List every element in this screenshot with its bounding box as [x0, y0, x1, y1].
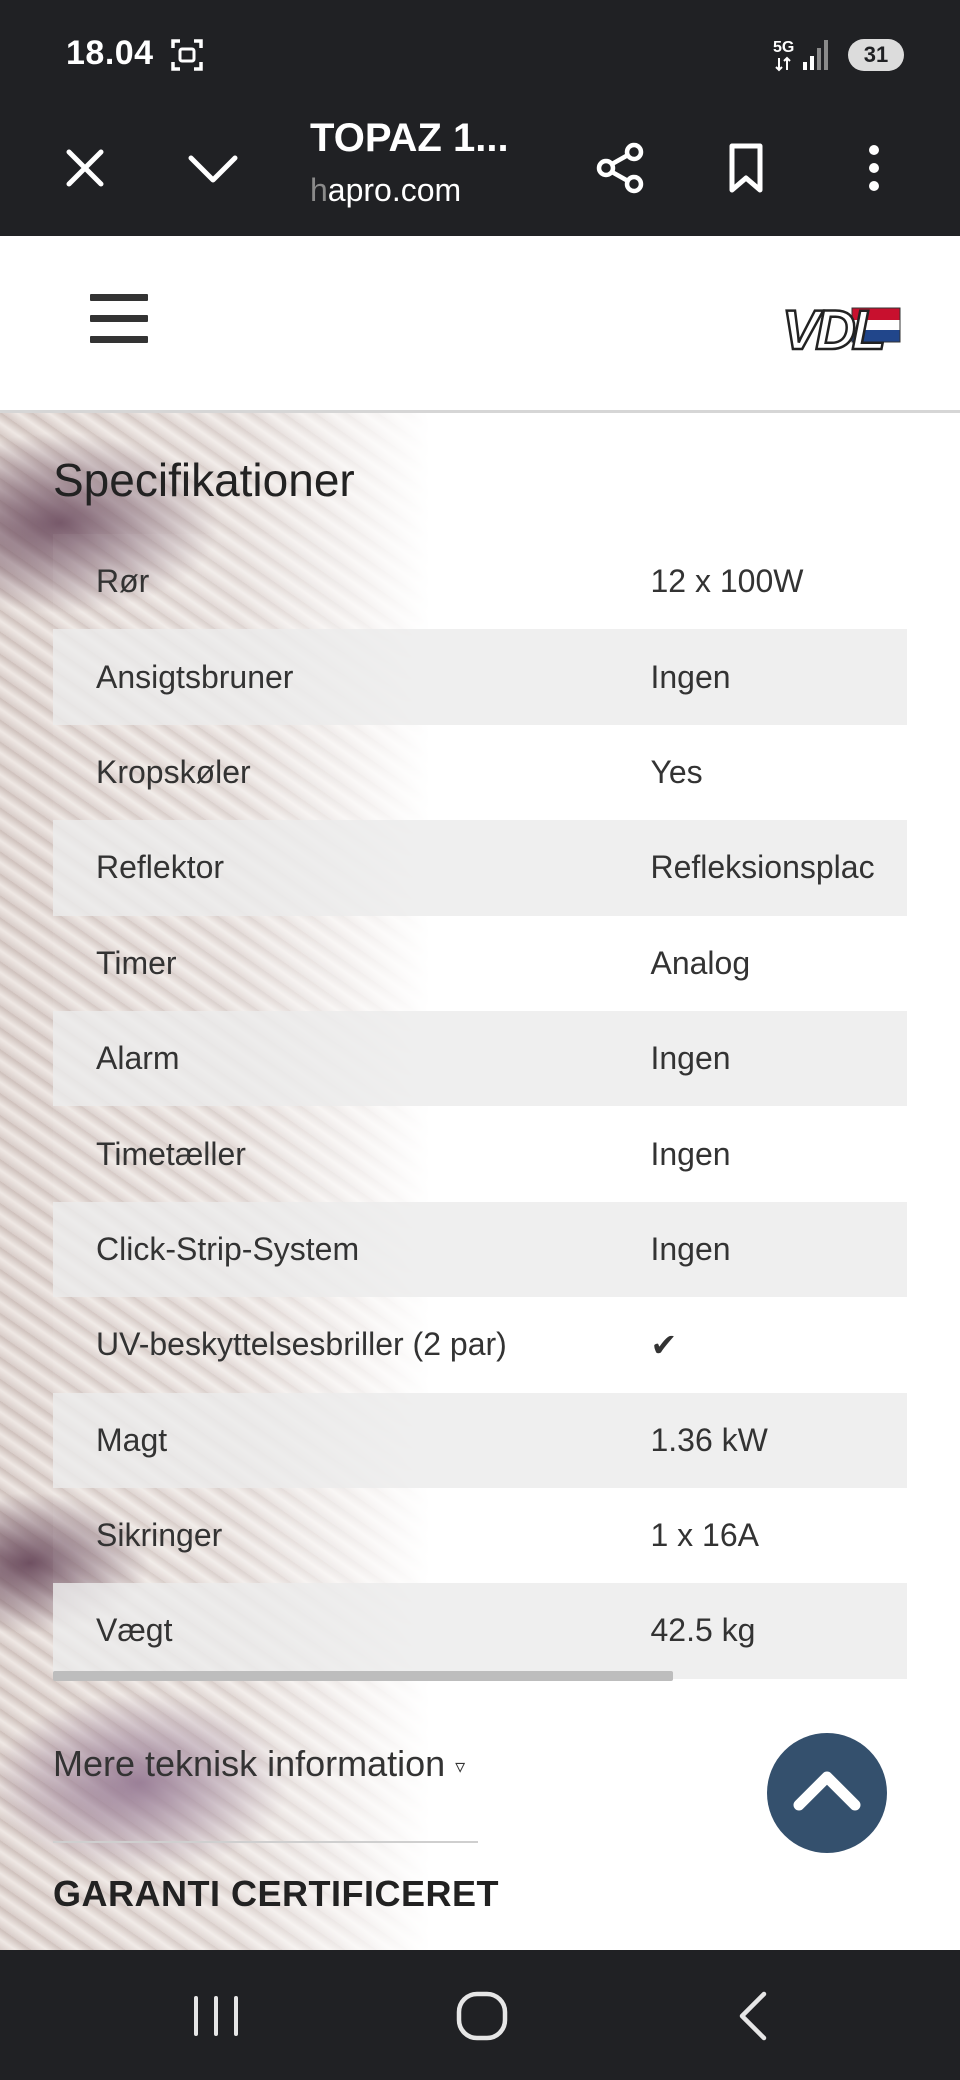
more-vert-icon[interactable] [846, 140, 902, 196]
scroll-top-button[interactable] [767, 1733, 887, 1853]
status-time: 18.04 [66, 34, 154, 72]
horizontal-scrollbar[interactable] [53, 1671, 673, 1681]
spec-row: Vægt 42.5 kg [53, 1583, 907, 1679]
spec-value: Ingen [607, 629, 907, 725]
signal-icon: 5G [773, 39, 828, 72]
spec-label: Vægt [53, 1583, 608, 1679]
spec-row: Rør 12 x 100W [53, 534, 907, 630]
spec-value: 12 x 100W [607, 534, 907, 630]
url-display[interactable]: hapro.com [310, 172, 461, 209]
spec-label: Rør [53, 534, 608, 630]
spec-label: Timetæller [53, 1106, 608, 1202]
url-prefix: h [310, 172, 328, 208]
spec-value: Ingen [607, 1201, 907, 1298]
spec-value: Analog [607, 915, 907, 1011]
back-icon[interactable] [724, 1988, 784, 2044]
site-header: VDL [0, 236, 960, 413]
screenshot-icon [171, 39, 203, 71]
triangle-down-icon: ▿ [455, 1755, 466, 1778]
spec-label: Reflektor [53, 820, 608, 916]
spec-row: UV-beskyttelsesbriller (2 par) ✔ [53, 1297, 907, 1393]
spec-row: Ansigtsbruner Ingen [53, 629, 907, 725]
spec-row: Sikringer 1 x 16A [53, 1487, 907, 1584]
section-heading: GARANTI CERTIFICERET [53, 1873, 499, 1914]
more-info-toggle[interactable]: Mere teknisk information ▿ [53, 1743, 465, 1785]
specs-heading: Specifikationer [53, 454, 355, 506]
recent-apps-icon[interactable] [186, 1988, 246, 2044]
svg-text:5G: 5G [773, 39, 794, 56]
spec-value: Refleksionsplac [607, 820, 907, 916]
spec-label: Ansigtsbruner [53, 629, 608, 725]
spec-value: 1 x 16A [607, 1487, 907, 1584]
hamburger-line [90, 294, 148, 301]
spec-row: Click-Strip-System Ingen [53, 1201, 907, 1298]
spec-value: Ingen [607, 1106, 907, 1202]
spec-label: Click-Strip-System [53, 1201, 608, 1298]
chevron-down-icon[interactable] [185, 140, 241, 196]
vdl-logo[interactable]: VDL [782, 294, 902, 352]
specs-table: Rør 12 x 100W Ansigtsbruner Ingen Kropskøler… [53, 534, 907, 1679]
spec-value: 1.36 kW [607, 1392, 907, 1488]
logo-text: VDL [782, 298, 883, 352]
home-icon[interactable] [452, 1988, 512, 2044]
spec-value: ✔ [607, 1297, 907, 1393]
page-title[interactable]: TOPAZ 1... [310, 116, 509, 161]
spec-value: 42.5 kg [607, 1583, 907, 1679]
bookmark-icon[interactable] [718, 140, 774, 196]
spec-label: UV-beskyttelsesbriller (2 par) [53, 1297, 608, 1393]
spec-label: Kropskøler [53, 724, 608, 821]
spec-label: Alarm [53, 1010, 608, 1107]
hamburger-line [90, 336, 148, 343]
spec-label: Sikringer [53, 1487, 608, 1584]
browser-toolbar: TOPAZ 1... hapro.com [0, 104, 960, 236]
spec-row: Alarm Ingen [53, 1010, 907, 1107]
spec-value: Yes [607, 724, 907, 821]
share-icon[interactable] [592, 140, 648, 196]
more-info-label: Mere teknisk information [53, 1743, 446, 1784]
spec-row: Magt 1.36 kW [53, 1392, 907, 1488]
spec-row: Timer Analog [53, 915, 907, 1011]
main-content[interactable]: Specifikationer Rør 12 x 100W Ansigtsbrune… [0, 413, 960, 1950]
close-icon[interactable] [57, 140, 113, 196]
hamburger-icon[interactable] [90, 294, 148, 346]
spec-row: Kropskøler Yes [53, 724, 907, 821]
system-nav-bar [0, 1950, 960, 2080]
hamburger-line [90, 315, 148, 322]
battery-indicator: 31 [848, 39, 904, 71]
url-domain: apro.com [327, 172, 462, 208]
spec-row: Timetæller Ingen [53, 1106, 907, 1202]
spec-label: Magt [53, 1392, 608, 1488]
spec-label: Timer [53, 915, 608, 1011]
spec-value: Ingen [607, 1010, 907, 1107]
status-bar: 18.04 5G 31 [0, 0, 960, 104]
spec-row: Reflektor Refleksionsplac [53, 820, 907, 916]
divider [53, 1841, 478, 1843]
